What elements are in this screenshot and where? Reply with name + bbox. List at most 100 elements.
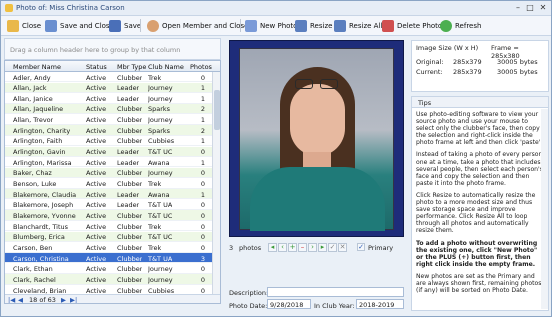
cell-mbr-type: Clubber [117,169,143,178]
table-row[interactable]: Blakemore, Claudia Active Leader Awana 1 [5,189,212,200]
close-button[interactable]: Close [7,18,41,33]
photo-next-icon[interactable]: › [308,243,317,252]
photo-confirm-icon[interactable]: ✓ [328,243,337,252]
table-row[interactable]: Clark, Rachel Active Clubber Journey 0 [5,274,212,285]
table-row[interactable]: Arlington, Marissa Active Leader Awana 1 [5,157,212,168]
photo-date-field[interactable]: 9/28/2018 [267,299,311,309]
primary-label: Primary [368,244,394,252]
description-label: Description: [229,289,269,297]
close-label: Close [22,21,42,30]
window-title: Photo of: Miss Christina Carson [16,4,125,12]
cell-status: Active [86,180,107,188]
minimize-button[interactable]: – [513,3,523,13]
cell-club-name: Journey [148,265,173,274]
open-member-button[interactable]: Open Member and Close [147,18,248,33]
col-mbr-type[interactable]: Mbr Type [117,63,146,71]
grid-scrollbar[interactable] [212,72,220,295]
table-row[interactable]: Adler, Andy Active Clubber Trek 0 [5,72,212,83]
cell-member-name: Benson, Luke [13,180,57,188]
tips-panel: Tips Use photo-editing software to view … [411,96,549,311]
col-status[interactable]: Status [86,63,107,71]
first-record-icon[interactable]: |◀ [8,296,15,303]
last-record-icon[interactable]: ▶| [70,296,77,303]
cell-mbr-type: Leader [117,158,140,167]
delete-photo-button[interactable]: Delete Photo [382,18,442,33]
table-row[interactable]: Allan, Trevor Active Clubber Journey 1 [5,115,212,125]
new-photo-icon [245,19,257,32]
club-year-field[interactable]: 2018-2019 [356,299,404,309]
tip-4: To add a photo without overwriting the e… [416,239,538,268]
table-row[interactable]: Blanchardt, Titus Active Clubber Trek 0 [5,221,212,232]
table-row[interactable]: Allan, Jack Active Leader Journey 1 [5,82,212,93]
photo-glasses-right [320,79,338,89]
table-row[interactable]: Blumberg, Erica Active Clubber T&T UC 0 [5,231,212,243]
member-icon [147,19,159,32]
table-row[interactable]: Carson, Christina Active Clubber T&T UA 3 [5,253,212,264]
col-club-name[interactable]: Club Name [148,63,184,71]
cell-photos: 1 [200,158,205,167]
close-window-button[interactable]: ✕ [538,3,548,13]
table-row[interactable]: Clark, Ethan Active Clubber Journey 0 [5,264,212,274]
save-close-button[interactable]: Save and Close [45,18,114,33]
photo-last-icon[interactable]: ▸ [318,243,327,252]
member-photo[interactable] [239,48,394,231]
primary-checkbox[interactable]: ✓ [357,243,365,251]
refresh-label: Refresh [455,21,482,30]
cell-mbr-type: Leader [117,94,140,103]
title-bar: Photo of: Miss Christina Carson – □ ✕ [1,1,551,16]
col-member-name[interactable]: Member Name [13,63,61,71]
new-photo-label: New Photo [260,21,298,30]
save-button[interactable]: Save [109,18,141,33]
photo-cancel-icon[interactable]: ✕ [338,243,347,252]
cell-photos: 1 [200,190,205,199]
next-record-icon[interactable]: ▶ [61,296,66,303]
scroll-thumb[interactable] [214,90,220,130]
table-row[interactable]: Blakemore, Joseph Active Leader T&T UA 0 [5,200,212,211]
cell-status: Active [86,201,107,210]
cell-mbr-type: Clubber [117,137,143,146]
table-row[interactable]: Arlington, Gavin Active Leader T&T UC 0 [5,146,212,157]
table-row[interactable]: Arlington, Faith Active Clubber Cubbies 1 [5,136,212,147]
cell-member-name: Clark, Rachel [13,275,56,284]
resize-button[interactable]: Resize [295,18,332,33]
photo-first-icon[interactable]: ◂ [268,243,277,252]
prev-record-icon[interactable]: ◀ [18,296,23,303]
table-row[interactable]: Allan, Janice Active Leader Journey 1 [5,93,212,104]
table-row[interactable]: Carson, Ben Active Clubber Trek 0 [5,242,212,253]
photo-count: 3 [229,244,234,252]
table-row[interactable]: Benson, Luke Active Clubber Trek 0 [5,179,212,189]
current-label: Current: [416,68,443,76]
photo-glasses-left [295,79,313,89]
description-field[interactable] [267,287,404,297]
resize-all-button[interactable]: Resize All [334,18,382,33]
maximize-button[interactable]: □ [525,3,535,13]
app-icon [5,4,13,12]
cell-photos: 1 [200,94,205,103]
folder-close-icon [7,19,19,32]
new-photo-button[interactable]: New Photo [245,18,297,33]
photo-face [290,84,345,156]
photo-prev-icon[interactable]: ‹ [278,243,287,252]
cell-member-name: Blumberg, Erica [13,233,65,242]
tips-title: Tips [412,97,548,108]
col-photos[interactable]: Photos [190,63,212,71]
group-by-area[interactable]: Drag a column header here to group by th… [4,38,221,60]
cell-club-name: Journey [148,275,173,284]
tips-scrollbar[interactable] [541,109,548,309]
table-row[interactable]: Arlington, Charity Active Clubber Sparks 2 [5,125,212,136]
table-row[interactable]: Allan, Jaqueline Active Clubber Sparks 2 [5,103,212,115]
cell-status: Active [86,158,107,167]
cell-club-name: Cubbies [148,137,175,146]
cell-club-name: Journey [148,116,173,125]
cell-status: Active [86,73,107,82]
cell-photos: 0 [200,169,205,178]
photo-add-icon[interactable]: + [288,243,297,252]
table-row[interactable]: Baker, Chaz Active Clubber Journey 0 [5,167,212,179]
cell-club-name: Awana [148,158,170,167]
table-row[interactable]: Blakemore, Yvonne Active Clubber T&T UC 0 [5,210,212,221]
refresh-button[interactable]: Refresh [440,18,481,33]
cell-club-name: T&T UA [148,201,173,210]
cell-status: Active [86,137,107,146]
photo-remove-icon[interactable]: – [298,243,307,252]
resize-all-label: Resize All [349,21,383,30]
